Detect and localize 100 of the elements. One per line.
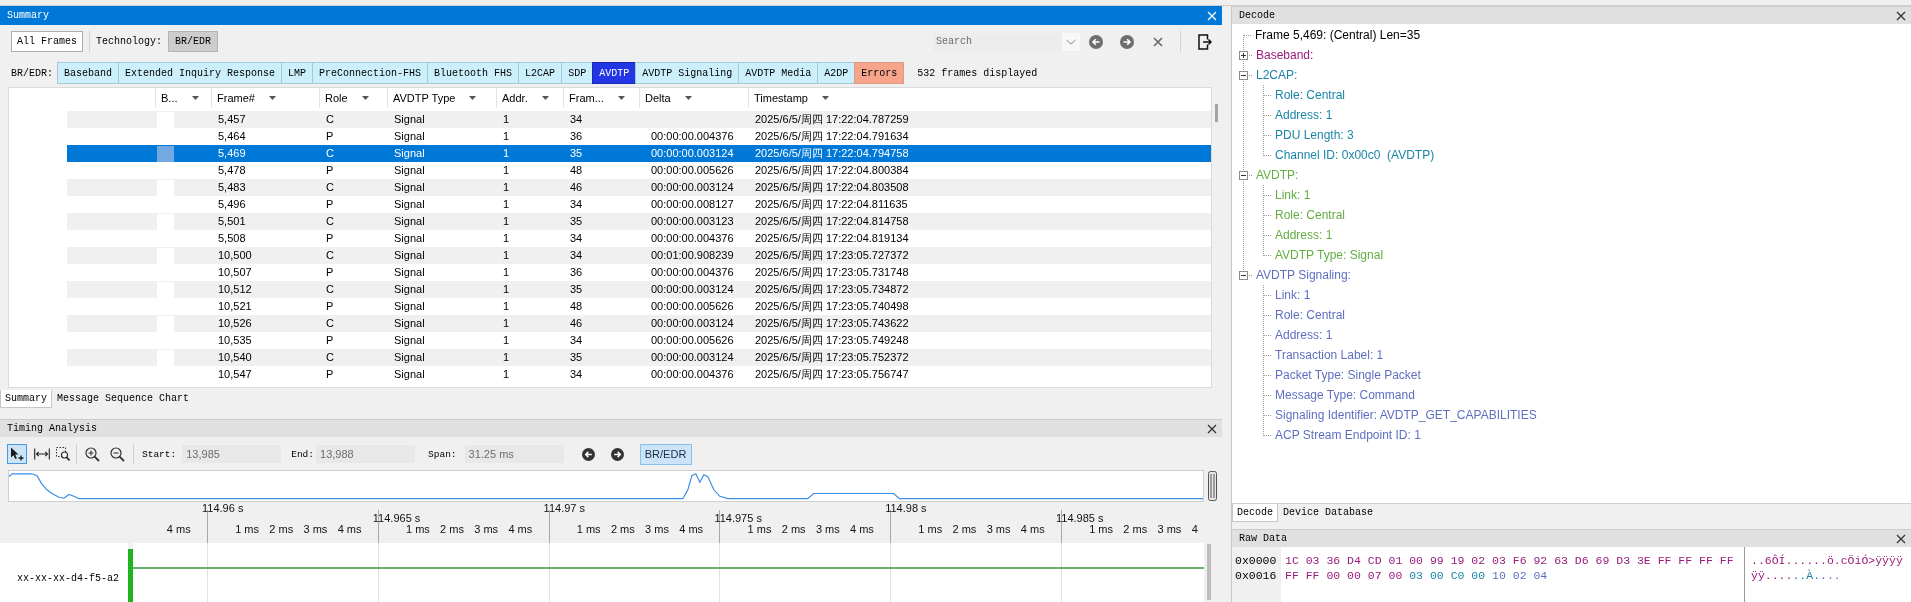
tree-item[interactable]: AVDTP Signaling: [1256, 268, 1351, 282]
protocol-filter-tab[interactable]: AVDTP Media [738, 62, 819, 84]
collapse-minus-icon[interactable] [1239, 170, 1248, 180]
dropdown-caret-icon[interactable] [469, 96, 477, 100]
right-arrow-icon[interactable] [610, 447, 624, 461]
filter-label: BR/EDR: [11, 67, 54, 79]
table-row[interactable]: 10,500 C Signal 1 34 00:01:00.908239 2025/6/5/周四 17:23:05.727372 [67, 247, 1211, 264]
table-row[interactable]: 5,501 C Signal 1 35 00:00:00.003123 2025/6/5/周四 17:22:04.814758 [67, 213, 1211, 230]
dropdown-caret-icon[interactable] [684, 96, 692, 100]
table-row[interactable]: 10,540 C Signal 1 35 00:00:00.003124 2025/6/5/周四 17:23:05.752372 [67, 349, 1211, 366]
table-cell: 36 [570, 130, 583, 142]
protocol-filter-tab[interactable]: SDP [561, 62, 594, 84]
panel-title: Decode [1239, 10, 1275, 21]
view-tab[interactable]: Device Database [1278, 504, 1379, 522]
column-header[interactable]: Frame# [211, 88, 319, 108]
column-header[interactable]: Role [319, 88, 387, 108]
dropdown-caret-icon[interactable] [361, 96, 369, 100]
all-frames-button[interactable]: All Frames [11, 31, 83, 52]
time-tick-label: 4 ms [850, 524, 874, 535]
zoom-region-icon[interactable] [56, 447, 70, 461]
start-field[interactable]: 13,985 [182, 445, 282, 463]
time-tick-label: 1 ms [1089, 524, 1113, 535]
scroll-handle-icon[interactable] [1208, 471, 1217, 501]
close-icon[interactable] [1896, 533, 1906, 544]
scrollbar-thumb[interactable] [1207, 544, 1211, 600]
table-cell: 34 [570, 113, 583, 125]
tree-item[interactable]: ACP Stream Endpoint ID: 1 [1275, 428, 1421, 442]
table-cell: Signal [394, 198, 425, 210]
view-tab[interactable]: Message Sequence Chart [52, 390, 195, 408]
end-field[interactable]: 13,988 [316, 445, 416, 463]
protocol-filter-tab[interactable]: L2CAP [518, 62, 563, 84]
left-arrow-icon[interactable] [581, 447, 595, 461]
column-header[interactable]: B... [155, 88, 211, 108]
tree-item[interactable]: Signaling Identifier: AVDTP_GET_CAPABILITIES [1275, 408, 1537, 422]
protocol-filter-tab[interactable]: PreConnection-FHS [312, 62, 429, 84]
export-icon[interactable] [1198, 33, 1212, 50]
search-field[interactable]: Search [933, 32, 1062, 51]
time-tick-label: 1 ms [235, 524, 259, 535]
tree-item[interactable]: Transaction Label: 1 [1275, 348, 1384, 362]
tree-item[interactable]: Role: Central [1275, 308, 1346, 322]
tree-item[interactable]: Link: 1 [1275, 288, 1311, 302]
protocol-filter-tab[interactable]: Baseband [57, 62, 119, 84]
zoom-in-icon[interactable] [85, 446, 100, 462]
tree-item[interactable]: Message Type: Command [1275, 388, 1415, 402]
view-tab[interactable]: Summary [0, 390, 52, 408]
tree-item[interactable]: Channel ID: 0x00c0 (AVDTP) [1275, 148, 1435, 162]
protocol-filter-tab[interactable]: A2DP [817, 62, 856, 84]
dropdown-caret-icon[interactable] [191, 96, 199, 100]
technology-toggle[interactable]: BR/EDR [639, 443, 692, 465]
scrollbar-thumb[interactable] [1215, 104, 1218, 122]
close-icon[interactable] [1896, 10, 1906, 21]
table-cell: 1 [503, 283, 510, 295]
table-cell: 5,457 [218, 113, 246, 125]
table-cell: P [326, 198, 334, 210]
zoom-out-icon[interactable] [110, 446, 125, 462]
tree-item[interactable]: Baseband: [1256, 48, 1314, 62]
tree-item[interactable]: Frame 5,469: (Central) Len=35 [1255, 28, 1421, 42]
table-row[interactable]: 5,457 C Signal 1 34 2025/6/5/周四 17:22:04.787259 [67, 111, 1211, 128]
close-icon[interactable] [1207, 423, 1217, 434]
table-cell: Signal [394, 368, 425, 380]
protocol-filter-tab[interactable]: Errors [854, 62, 905, 84]
table-cell: 2025/6/5/周四 17:23:05.734872 [755, 283, 909, 295]
range-arrows-icon[interactable] [34, 448, 50, 460]
tree-item[interactable]: Address: 1 [1275, 328, 1333, 342]
expand-plus-icon[interactable] [1239, 50, 1248, 60]
dropdown-caret-icon[interactable] [617, 96, 625, 100]
protocol-filter-tab[interactable]: Extended Inquiry Response [118, 62, 283, 84]
pointer-plus-icon[interactable] [7, 444, 27, 464]
table-cell: 46 [570, 181, 583, 193]
tree-item[interactable]: PDU Length: 3 [1275, 128, 1354, 142]
table-row[interactable]: 5,483 C Signal 1 46 00:00:00.003124 2025/6/5/周四 17:22:04.803508 [67, 179, 1211, 196]
tree-item[interactable]: L2CAP: [1256, 68, 1298, 82]
time-tick-label: 4 [1191, 524, 1198, 535]
table-cell: 35 [570, 215, 583, 227]
tree-item[interactable]: Role: Central [1275, 88, 1346, 102]
clear-icon[interactable] [1153, 36, 1163, 47]
column-header[interactable]: Fram... [563, 88, 639, 108]
view-tab[interactable]: Decode [1232, 504, 1278, 522]
column-header[interactable]: Timestamp [748, 88, 924, 108]
protocol-filter-tab[interactable]: AVDTP Signaling [635, 62, 740, 84]
collapse-minus-icon[interactable] [1239, 70, 1248, 80]
column-header[interactable]: AVDTP Type [387, 88, 496, 108]
technology-toggle[interactable]: BR/EDR [168, 31, 219, 52]
table-cell: 34 [570, 368, 583, 380]
span-field[interactable]: 31.25 ms [464, 445, 564, 463]
protocol-filter-tab[interactable]: LMP [281, 62, 314, 84]
protocol-filter-tab[interactable]: Bluetooth FHS [427, 62, 520, 84]
tree-item[interactable]: Address: 1 [1275, 108, 1333, 122]
dropdown-caret-icon[interactable] [541, 96, 549, 100]
dropdown-caret-icon[interactable] [268, 96, 276, 100]
column-header[interactable]: Delta [639, 88, 748, 108]
table-row[interactable]: 5,469 C Signal 1 35 00:00:00.003124 2025/6/5/周四 17:22:04.794758 [67, 145, 1211, 162]
dropdown-caret-icon[interactable] [822, 96, 829, 100]
table-row[interactable]: 10,526 C Signal 1 46 00:00:00.003124 2025/6/5/周四 17:23:05.743622 [67, 315, 1211, 332]
column-header[interactable]: Addr. [496, 88, 563, 108]
table-row[interactable]: 10,512 C Signal 1 35 00:00:00.003124 2025/6/5/周四 17:23:05.734872 [67, 281, 1211, 298]
frame-count: 532 frames displayed [917, 67, 1038, 79]
collapse-minus-icon[interactable] [1239, 270, 1248, 280]
tree-item[interactable]: Packet Type: Single Packet [1275, 368, 1421, 382]
protocol-filter-tab[interactable]: AVDTP [592, 62, 637, 84]
